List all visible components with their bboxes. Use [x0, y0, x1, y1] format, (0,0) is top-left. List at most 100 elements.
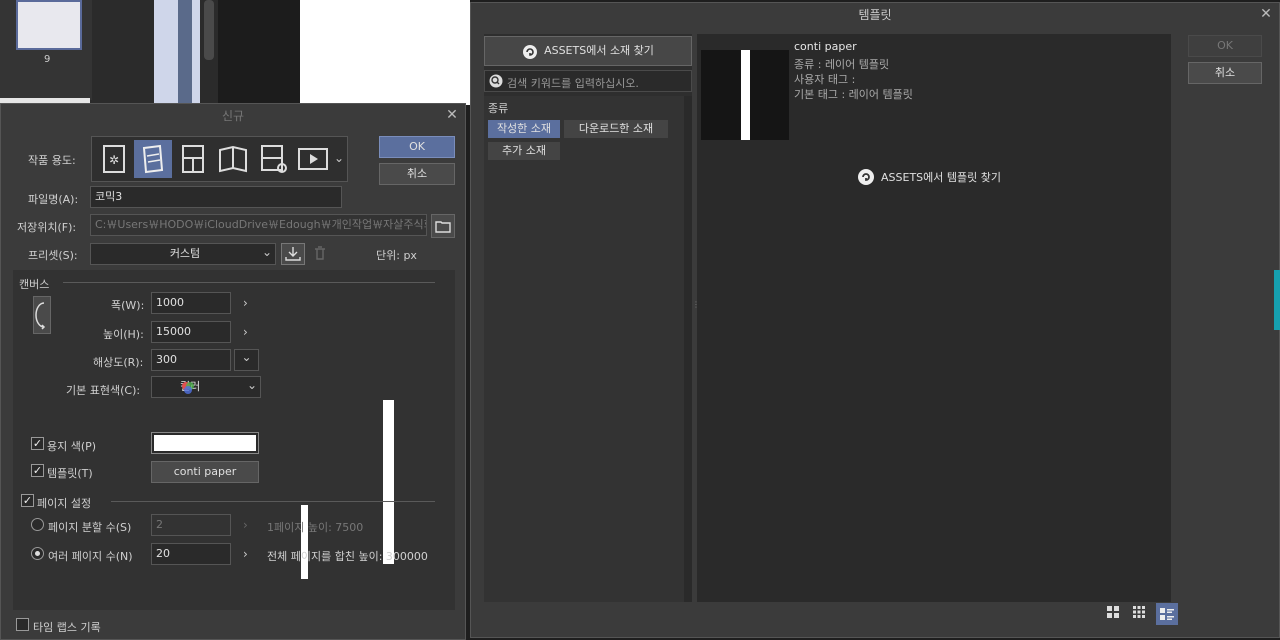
- color-mode-select[interactable]: 컬러: [151, 376, 261, 398]
- page-number: 9: [44, 54, 51, 65]
- canvas-section-title: 캔버스: [19, 278, 50, 291]
- template-base-tag: 기본 태그 : 레이어 템플릿: [794, 88, 913, 101]
- detail-list-view-icon[interactable]: [1156, 603, 1178, 625]
- preset-select[interactable]: 커스텀: [90, 243, 276, 265]
- page-settings-label: 페이지 설정: [37, 497, 92, 510]
- paper-color-fill: [154, 435, 256, 451]
- width-input[interactable]: 1000: [151, 292, 231, 314]
- book-purpose-icon[interactable]: [214, 140, 252, 178]
- timelapse-label: 타임 랩스 기록: [33, 621, 101, 634]
- template-user-tag: 사용자 태그 :: [794, 73, 856, 86]
- illustration-purpose-icon[interactable]: ✲: [95, 140, 133, 178]
- resolution-input[interactable]: 300: [151, 349, 231, 371]
- assets-icon: [857, 168, 875, 186]
- section-divider: [63, 282, 435, 283]
- chevron-down-icon[interactable]: ⌄: [247, 378, 257, 392]
- preset-label: 프리셋(S):: [28, 249, 78, 262]
- purpose-label: 작품 용도:: [28, 154, 76, 167]
- multi-page-label: 여러 페이지 수(N): [48, 550, 133, 563]
- tag-created-material[interactable]: 작성한 소재: [488, 120, 560, 138]
- multi-page-info: 전체 페이지를 합친 높이: 300000: [267, 550, 428, 563]
- save-preset-icon[interactable]: [281, 243, 305, 265]
- page-split-input[interactable]: 2: [151, 514, 231, 536]
- height-label: 높이(H):: [103, 328, 144, 341]
- section-divider: [111, 501, 435, 502]
- tag-downloaded-material[interactable]: 다운로드한 소재: [564, 120, 668, 138]
- cancel-button[interactable]: 취소: [379, 163, 455, 185]
- page-split-info: 1페이지 높이: 7500: [267, 521, 364, 534]
- timelapse-checkbox[interactable]: [16, 618, 29, 631]
- save-location-input[interactable]: C:￦Users￦HODO￦iCloudDrive￦Edough￦개인작업￦자살…: [90, 214, 427, 236]
- canvas-settings-panel: 캔버스 폭(W): 1000 › 높이(H): 15000 › 해상도(R): …: [13, 270, 455, 610]
- color-mode-icon: [181, 381, 195, 395]
- dialog-titlebar: 템플릿 ✕: [471, 3, 1279, 27]
- template-thumbnail-page: [741, 50, 750, 140]
- search-icon: [489, 74, 503, 88]
- large-grid-view-icon[interactable]: [1104, 603, 1122, 621]
- rotate-orientation-icon[interactable]: [33, 296, 51, 334]
- paper-color-checkbox[interactable]: ✓: [31, 437, 44, 450]
- print-settings-purpose-icon[interactable]: [254, 140, 292, 178]
- close-icon[interactable]: ✕: [1259, 7, 1273, 21]
- new-file-dialog: 신규 ✕ 작품 용도: ✲ ⌄ OK 취소 파일명(A): 코믹3 저장위치(F…: [0, 103, 466, 640]
- close-icon[interactable]: ✕: [445, 108, 459, 122]
- template-filter-panel: ASSETS에서 소재 찾기 검색 키워드를 입력하십시오. 종류 작성한 소재…: [484, 34, 692, 602]
- save-location-label: 저장위치(F):: [17, 221, 77, 234]
- dialog-titlebar: 신규 ✕: [1, 104, 465, 128]
- chevron-down-icon: ⌄: [241, 350, 252, 364]
- chevron-right-icon[interactable]: ›: [243, 547, 248, 561]
- template-thumbnail[interactable]: [701, 50, 789, 140]
- background-page-strip: [154, 0, 200, 105]
- comic-purpose-icon[interactable]: [174, 140, 212, 178]
- webtoon-purpose-icon[interactable]: [134, 140, 172, 178]
- chevron-right-icon[interactable]: ›: [243, 518, 248, 532]
- type-label: 종류: [488, 102, 509, 115]
- preset-value: 커스텀: [169, 247, 201, 260]
- template-checkbox[interactable]: ✓: [31, 464, 44, 477]
- filename-input[interactable]: 코믹3: [90, 186, 342, 208]
- tag-list: 종류 작성한 소재 다운로드한 소재 추가 소재: [484, 96, 684, 602]
- delete-preset-icon[interactable]: [313, 245, 329, 263]
- template-dialog: 템플릿 ✕ ASSETS에서 소재 찾기 검색 키워드를 입력하십시오. 종류 …: [470, 2, 1280, 638]
- search-field[interactable]: 검색 키워드를 입력하십시오.: [484, 70, 692, 92]
- page-split-radio[interactable]: [31, 518, 44, 531]
- paper-color-label: 용지 색(P): [47, 440, 97, 453]
- height-input[interactable]: 15000: [151, 321, 231, 343]
- unit-label: 단위: px: [376, 249, 417, 262]
- tag-list-scrollbar[interactable]: [684, 96, 692, 602]
- assets-find-material-button[interactable]: ASSETS에서 소재 찾기: [484, 36, 692, 66]
- background-dark-panel: [218, 0, 300, 105]
- cancel-button[interactable]: 취소: [1188, 62, 1262, 84]
- assets-icon: [522, 43, 538, 59]
- dialog-title: 신규: [221, 109, 245, 123]
- multi-page-radio[interactable]: [31, 547, 44, 560]
- template-select-button[interactable]: conti paper: [151, 461, 259, 483]
- background-page-strip-dark: [178, 0, 192, 105]
- tag-additional-material[interactable]: 추가 소재: [488, 142, 560, 160]
- width-label: 폭(W):: [111, 299, 145, 312]
- chevron-down-icon[interactable]: ⌄: [334, 151, 344, 165]
- purpose-selector: ✲ ⌄: [91, 136, 348, 182]
- page-settings-checkbox[interactable]: ✓: [21, 494, 34, 507]
- ok-button[interactable]: OK: [379, 136, 455, 158]
- paper-color-swatch[interactable]: [151, 432, 259, 454]
- color-mode-label: 기본 표현색(C):: [66, 384, 141, 397]
- chevron-right-icon[interactable]: ›: [243, 296, 248, 310]
- dialog-title: 템플릿: [858, 8, 892, 22]
- template-list-area: conti paper 종류 : 레이어 템플릿 사용자 태그 : 기본 태그 …: [697, 34, 1171, 602]
- search-placeholder: 검색 키워드를 입력하십시오.: [507, 77, 639, 90]
- page-thumbnail[interactable]: [16, 0, 82, 50]
- background-color-edge: [1274, 270, 1280, 330]
- ok-button[interactable]: OK: [1188, 35, 1262, 57]
- small-grid-view-icon[interactable]: [1130, 603, 1148, 621]
- page-preview-full: [383, 400, 394, 564]
- chevron-down-icon[interactable]: ⌄: [262, 245, 272, 259]
- animation-purpose-icon[interactable]: [294, 140, 332, 178]
- page-preview-single: [301, 505, 308, 579]
- background-scrollbar[interactable]: [204, 0, 214, 60]
- chevron-right-icon[interactable]: ›: [243, 325, 248, 339]
- assets-find-template-link[interactable]: ASSETS에서 템플릿 찾기: [857, 168, 1001, 188]
- resolution-dropdown[interactable]: ⌄: [234, 349, 259, 371]
- multi-page-input[interactable]: 20: [151, 543, 231, 565]
- folder-open-icon[interactable]: [431, 214, 455, 238]
